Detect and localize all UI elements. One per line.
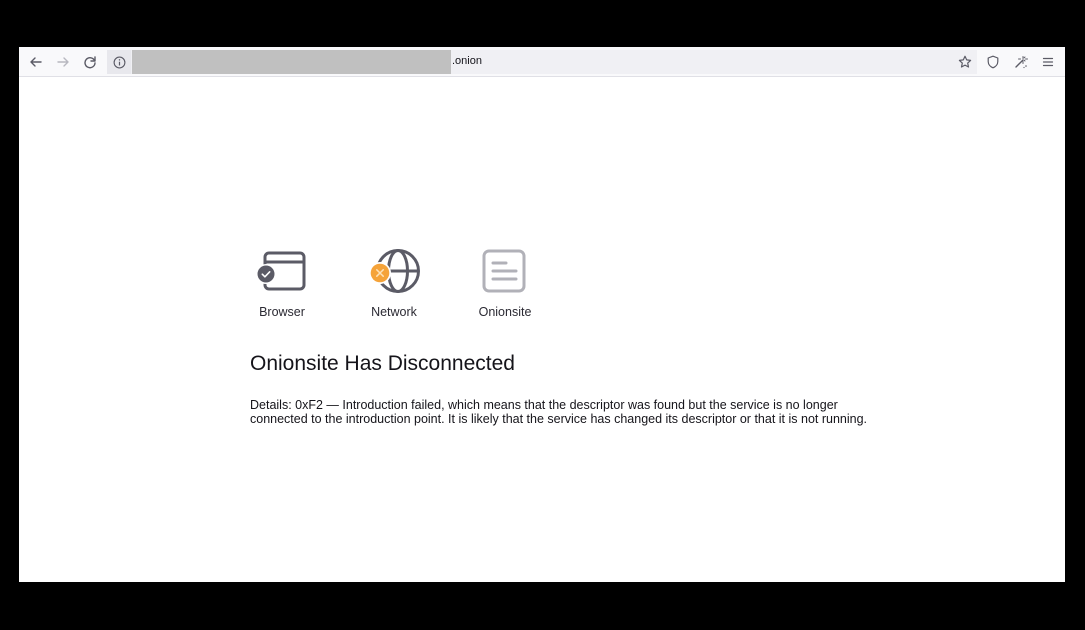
navigation-toolbar: .onion (19, 47, 1065, 77)
browser-window-icon (256, 251, 306, 291)
status-label-browser: Browser (259, 305, 305, 319)
back-button[interactable] (25, 51, 47, 73)
browser-window: .onion Browser Network Onionsite Onionsi… (19, 47, 1065, 582)
arrow-left-icon (30, 57, 42, 67)
arrow-right-icon (57, 57, 69, 67)
reload-button[interactable] (79, 51, 101, 73)
status-onionsite: Onionsite (460, 247, 550, 319)
error-page: Browser Network Onionsite Onionsite Has … (19, 77, 1065, 582)
new-identity-button[interactable] (1010, 51, 1032, 73)
url-redacted-segment (132, 50, 451, 74)
security-level-button[interactable] (982, 51, 1004, 73)
magic-wand-icon (1015, 56, 1028, 69)
status-label-onionsite: Onionsite (478, 305, 532, 319)
globe-icon (369, 249, 420, 293)
star-icon (958, 55, 972, 68)
info-circle-icon (113, 56, 125, 68)
status-label-network: Network (371, 305, 417, 319)
url-bar[interactable]: .onion (107, 50, 977, 74)
site-info-button[interactable] (107, 50, 131, 74)
reload-icon (84, 56, 96, 69)
document-icon (482, 249, 526, 293)
forward-button[interactable] (52, 51, 74, 73)
error-details: Details: 0xF2 — Introduction failed, whi… (250, 398, 868, 426)
app-menu-button[interactable] (1037, 51, 1059, 73)
url-text: .onion (452, 55, 482, 67)
check-badge-icon (257, 265, 275, 283)
hamburger-menu-icon (1042, 57, 1054, 67)
error-title: Onionsite Has Disconnected (250, 352, 515, 375)
bookmark-button[interactable] (954, 51, 976, 73)
shield-icon (987, 55, 999, 69)
status-network: Network (349, 247, 439, 319)
status-browser: Browser (237, 247, 327, 319)
